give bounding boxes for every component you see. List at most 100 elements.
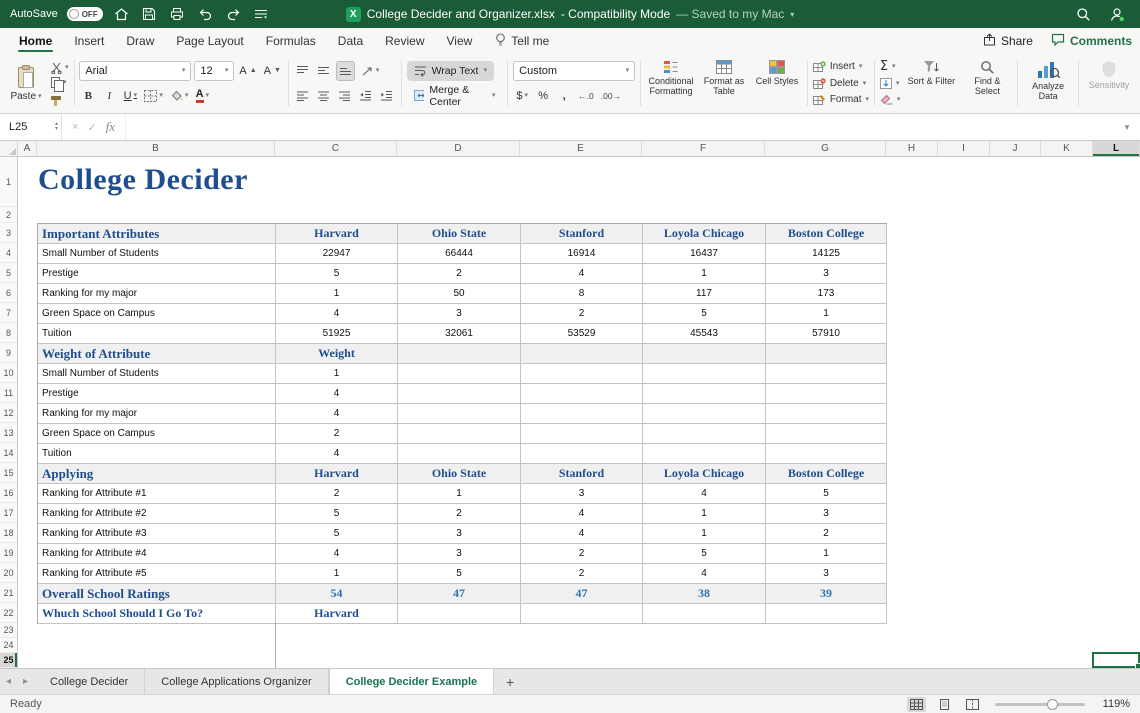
column-header-G[interactable]: G: [765, 141, 886, 156]
ribbon-tab-data[interactable]: Data: [327, 28, 374, 54]
value-cell[interactable]: 4: [276, 404, 398, 423]
value-cell[interactable]: 4: [276, 444, 398, 463]
value-cell[interactable]: 2: [521, 544, 643, 563]
value-cell[interactable]: [521, 424, 643, 443]
column-header-J[interactable]: J: [990, 141, 1041, 156]
row-label-cell[interactable]: Tuition: [38, 324, 276, 343]
sheet-nav-left-icon[interactable]: ◂: [0, 669, 17, 694]
tell-me-button[interactable]: Tell me: [495, 33, 549, 49]
value-cell[interactable]: Loyola Chicago: [643, 464, 766, 483]
value-cell[interactable]: [643, 604, 766, 623]
zoom-slider-knob[interactable]: [1047, 699, 1058, 710]
cut-button[interactable]: ▾: [51, 60, 69, 75]
delete-cells-button[interactable]: Delete▾: [813, 75, 869, 92]
row-header-19[interactable]: 19: [0, 543, 17, 563]
row-header-16[interactable]: 16: [0, 483, 17, 503]
value-cell[interactable]: 8: [521, 284, 643, 303]
confirm-entry-icon[interactable]: ✓: [87, 121, 96, 134]
row-header-3[interactable]: 3: [0, 223, 17, 243]
row-header-5[interactable]: 5: [0, 263, 17, 283]
value-cell[interactable]: 16914: [521, 244, 643, 263]
value-cell[interactable]: 5: [276, 264, 398, 283]
value-cell[interactable]: 5: [276, 524, 398, 543]
sort-filter-button[interactable]: Sort & Filter: [906, 58, 956, 108]
home-quick-icon[interactable]: [112, 5, 131, 24]
value-cell[interactable]: [521, 444, 643, 463]
align-left-button[interactable]: [294, 86, 312, 106]
value-cell[interactable]: 32061: [398, 324, 521, 343]
value-cell[interactable]: Harvard: [276, 464, 398, 483]
value-cell[interactable]: 5: [643, 304, 766, 323]
active-cell-selection[interactable]: [1092, 652, 1140, 668]
column-header-I[interactable]: I: [938, 141, 990, 156]
value-cell[interactable]: 2: [521, 564, 643, 583]
value-cell[interactable]: Ohio State: [398, 464, 521, 483]
ribbon-tab-review[interactable]: Review: [374, 28, 435, 54]
print-icon[interactable]: [168, 5, 187, 24]
row-header-6[interactable]: 6: [0, 283, 17, 303]
normal-view-button[interactable]: [907, 697, 926, 712]
row-header-4[interactable]: 4: [0, 243, 17, 263]
ribbon-tab-home[interactable]: Home: [8, 28, 63, 54]
value-cell[interactable]: [643, 424, 766, 443]
value-cell[interactable]: 1: [766, 544, 887, 563]
number-format-select[interactable]: Custom▾: [513, 61, 635, 81]
sheet-tab-college-applications-organizer[interactable]: College Applications Organizer: [145, 669, 328, 694]
formula-bar-expand-icon[interactable]: ▾: [1114, 114, 1140, 140]
value-cell[interactable]: 3: [398, 524, 521, 543]
analyze-data-button[interactable]: Analyze Data: [1023, 58, 1073, 102]
value-cell[interactable]: [766, 364, 887, 383]
value-cell[interactable]: 1: [766, 304, 887, 323]
value-cell[interactable]: [643, 444, 766, 463]
orientation-button[interactable]: ▾: [358, 61, 382, 81]
column-header-E[interactable]: E: [520, 141, 642, 156]
value-cell[interactable]: [398, 384, 521, 403]
find-select-button[interactable]: Find & Select: [962, 58, 1012, 108]
value-cell[interactable]: 4: [521, 504, 643, 523]
fill-button[interactable]: ▾: [880, 75, 901, 92]
value-cell[interactable]: Harvard: [276, 604, 398, 623]
value-cell[interactable]: 57910: [766, 324, 887, 343]
value-cell[interactable]: 5: [398, 564, 521, 583]
value-cell[interactable]: 1: [398, 484, 521, 503]
row-header-1[interactable]: 1: [0, 157, 17, 207]
value-cell[interactable]: 1: [643, 524, 766, 543]
value-cell[interactable]: 4: [276, 544, 398, 563]
name-box[interactable]: L25 ▴▾: [0, 114, 62, 140]
decrease-indent-button[interactable]: [357, 86, 375, 106]
row-header-23[interactable]: 23: [0, 623, 17, 638]
ribbon-tab-view[interactable]: View: [436, 28, 484, 54]
value-cell[interactable]: [643, 404, 766, 423]
save-icon[interactable]: [140, 5, 159, 24]
ribbon-tab-draw[interactable]: Draw: [115, 28, 165, 54]
row-header-12[interactable]: 12: [0, 403, 17, 423]
row-header-17[interactable]: 17: [0, 503, 17, 523]
value-cell[interactable]: [766, 444, 887, 463]
value-cell[interactable]: 5: [276, 504, 398, 523]
row-label-cell[interactable]: Green Space on Campus: [38, 424, 276, 443]
value-cell[interactable]: [643, 384, 766, 403]
value-cell[interactable]: 4: [521, 264, 643, 283]
page-layout-view-button[interactable]: [935, 697, 954, 712]
paste-button[interactable]: Paste▾: [6, 58, 46, 108]
increase-font-size-button[interactable]: A▲: [237, 61, 258, 81]
value-cell[interactable]: Boston College: [766, 224, 887, 243]
row-header-2[interactable]: 2: [0, 207, 17, 223]
value-cell[interactable]: 38: [643, 584, 766, 603]
zoom-slider[interactable]: [995, 703, 1085, 706]
redo-icon[interactable]: [224, 5, 243, 24]
row-header-21[interactable]: 21: [0, 583, 17, 603]
insert-cells-button[interactable]: Insert▾: [813, 58, 869, 75]
value-cell[interactable]: 5: [766, 484, 887, 503]
value-cell[interactable]: 14125: [766, 244, 887, 263]
value-cell[interactable]: 4: [643, 564, 766, 583]
sheet-nav-right-icon[interactable]: ▸: [17, 669, 34, 694]
row-label-cell[interactable]: Ranking for Attribute #1: [38, 484, 276, 503]
align-center-button[interactable]: [315, 86, 333, 106]
value-cell[interactable]: [766, 384, 887, 403]
value-cell[interactable]: [766, 604, 887, 623]
row-header-13[interactable]: 13: [0, 423, 17, 443]
value-cell[interactable]: 22947: [276, 244, 398, 263]
value-cell[interactable]: 3: [521, 484, 643, 503]
value-cell[interactable]: [766, 424, 887, 443]
